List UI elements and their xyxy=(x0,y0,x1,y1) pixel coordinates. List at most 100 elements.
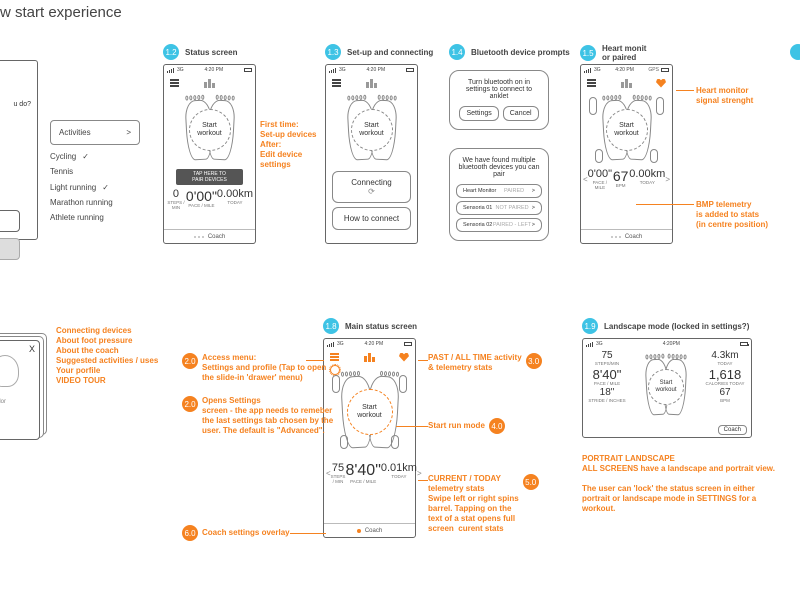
coach-bar[interactable]: Coach xyxy=(164,229,255,243)
feet-diagram: Start workout xyxy=(324,365,415,459)
stat-pace[interactable]: 0'00"PACE / MILE xyxy=(186,189,217,210)
header-1-9: 1.9 Landscape mode (locked in settings?) xyxy=(582,318,749,334)
button-stub[interactable] xyxy=(0,238,20,260)
coach-bar[interactable]: Coach xyxy=(581,229,672,243)
screen-1-9: 3G 4:20PM 75STEPS/MIN 8'40"PACE / MILE 1… xyxy=(582,338,752,438)
step-badge: 1.4 xyxy=(449,44,465,60)
stat-pace[interactable]: 8'40"PACE / MILE xyxy=(587,368,627,386)
anno-cards: Connecting devices About foot pressure A… xyxy=(56,326,158,386)
status-bar: 3G 4:20 PM xyxy=(324,339,415,349)
how-to-connect-button[interactable]: How to connect xyxy=(332,207,411,230)
stat-bpm[interactable]: 67BPM xyxy=(612,169,629,190)
cancel-button[interactable]: Cancel xyxy=(503,106,539,121)
screen-1-3: 3G 4:20 PM Start workout Connecting ⟳ Ho… xyxy=(325,64,418,244)
stat-steps[interactable]: 75STEPS/MIN xyxy=(587,351,627,366)
menu-icon[interactable] xyxy=(330,353,339,361)
device-row[interactable]: Sensoria 01NOT PAIRED> xyxy=(456,201,542,215)
anno-text: Start run mode xyxy=(428,421,485,431)
anno-badge: 2.0 xyxy=(182,396,198,412)
page-title: w start experience xyxy=(0,4,122,21)
stat-dist[interactable]: 0.00kmTODAY xyxy=(629,169,665,190)
prompt-text: u do? xyxy=(0,61,37,108)
anno-badge: 6.0 xyxy=(182,525,198,541)
device-row[interactable]: Heart MonitorPAIRED> xyxy=(456,184,542,198)
stats-row: < 0'00"PACE / MILE 67BPM 0.00kmTODAY > xyxy=(581,169,672,192)
stat-dist[interactable]: 0.01kmTODAY xyxy=(381,463,417,484)
heart-icon xyxy=(399,353,409,362)
header-1-2: 1.2 Status screen xyxy=(163,44,237,60)
activities-dropdown[interactable]: Activities> xyxy=(50,120,140,145)
status-bar: 3G 4:20PM xyxy=(583,339,751,349)
list-item[interactable]: Light running✓ xyxy=(50,180,140,195)
coach-bar[interactable]: Coach xyxy=(324,523,415,537)
start-workout-button[interactable]: Start workout xyxy=(351,109,393,151)
list-item[interactable]: Tennis xyxy=(50,164,140,179)
stat-dist[interactable]: 4.3kmTODAY xyxy=(705,351,745,366)
anno-hr: Heart monitor signal strenght xyxy=(696,86,753,106)
screen-1-5: 3G 4:20 PM GPS Start workout < 0'00"PACE… xyxy=(580,64,673,244)
stat-steps[interactable]: 75STEPS / MIN xyxy=(331,463,346,484)
anno-1-2: First time: Set-up devices After: Edit d… xyxy=(260,120,316,170)
start-workout-button[interactable]: Start workout xyxy=(648,369,684,405)
screen-1-2: 3G 4:20 PM Start workout TAP HERE TO PAI… xyxy=(163,64,256,244)
stat-pace[interactable]: 0'00"PACE / MILE xyxy=(588,169,612,190)
button-stub[interactable] xyxy=(0,210,20,232)
activities-list: Activities> Cycling✓ Tennis Light runnin… xyxy=(50,120,140,225)
chart-icon[interactable] xyxy=(621,79,632,88)
status-bar: 3G 4:20 PM xyxy=(164,65,255,75)
feet-diagram: Start workout xyxy=(581,91,672,169)
list-item[interactable]: Athlete running xyxy=(50,210,140,225)
header-1-4: 1.4 Bluetooth device prompts xyxy=(449,44,570,60)
anno-text: PAST / ALL TIME activity & telemetry sta… xyxy=(428,353,522,373)
status-bar: 3G 4:20 PM GPS xyxy=(581,65,672,75)
anno-text: CURRENT / TODAY telemetry stats Swipe le… xyxy=(428,474,519,534)
list-item[interactable]: Marathon running xyxy=(50,195,140,210)
header-1-5: 1.5 Heart monit or paired xyxy=(580,44,646,62)
feet-diagram: Start workout xyxy=(326,91,417,169)
device-row[interactable]: Sensoria 02PAIRED - LEFT> xyxy=(456,218,542,232)
heart-icon xyxy=(656,79,666,88)
connecting-panel: Connecting ⟳ xyxy=(332,171,411,203)
pair-hint[interactable]: TAP HERE TO PAIR DEVICES xyxy=(176,169,243,185)
chart-icon[interactable] xyxy=(204,79,215,88)
stat-bpm[interactable]: 67BPM xyxy=(705,388,745,403)
anno-badge: 4.0 xyxy=(489,418,505,434)
step-badge: 1.3 xyxy=(325,44,341,60)
anno-badge: 2.0 xyxy=(182,353,198,369)
feet-diagram: Start workout xyxy=(164,91,255,169)
start-workout-button[interactable]: Start workout xyxy=(189,109,231,151)
stat-cal[interactable]: 1,618CALORIES TODAY xyxy=(705,368,745,386)
step-badge xyxy=(790,44,800,60)
anno-badge: 5.0 xyxy=(523,474,539,490)
feet-diagram: Start workout xyxy=(629,349,703,425)
anno-text: Coach settings overlay xyxy=(202,528,290,538)
stat-dist[interactable]: 0.00kmTODAY xyxy=(217,189,253,210)
header-1-3: 1.3 Set-up and connecting xyxy=(325,44,433,60)
start-workout-button[interactable]: Start workout xyxy=(347,389,393,435)
stat-pace[interactable]: 8'40"PACE / MILE xyxy=(345,463,380,484)
coach-button[interactable]: Coach xyxy=(718,425,747,435)
chart-icon[interactable] xyxy=(366,79,377,88)
anno-badge: 3.0 xyxy=(526,353,542,369)
list-item[interactable]: Cycling✓ xyxy=(50,149,140,164)
menu-icon[interactable] xyxy=(170,79,179,87)
header-1-8: 1.8 Main status screen xyxy=(323,318,417,334)
bt-prompt-2: We have found multiple bluetooth devices… xyxy=(449,148,549,241)
anno-text: Opens Settings screen - the app needs to… xyxy=(202,396,333,436)
stats-row: 0STEPS / MIN 0'00"PACE / MILE 0.00kmTODA… xyxy=(164,189,255,212)
settings-button[interactable]: Settings xyxy=(459,106,498,121)
stat-stride[interactable]: 18"STRIDE / INCHES xyxy=(587,388,627,403)
step-badge: 1.2 xyxy=(163,44,179,60)
anno-text: Access menu: Settings and profile (Tap t… xyxy=(202,353,326,383)
anno-landscape: PORTRAIT LANDSCAPE ALL SCREENS have a la… xyxy=(582,454,782,514)
start-workout-button[interactable]: Start workout xyxy=(606,109,648,151)
menu-icon[interactable] xyxy=(332,79,341,87)
menu-icon[interactable] xyxy=(587,79,596,87)
stat-steps[interactable]: 0STEPS / MIN xyxy=(166,189,186,210)
status-bar: 3G 4:20 PM xyxy=(326,65,417,75)
card-stack[interactable]: X sit ipsum dolor mps sit xyxy=(0,340,40,440)
stats-row: < 75STEPS / MIN 8'40"PACE / MILE 0.01kmT… xyxy=(324,459,415,486)
bt-prompt-1: Turn bluetooth on in settings to connect… xyxy=(449,70,549,130)
chart-icon[interactable] xyxy=(364,353,375,362)
step-badge: 1.8 xyxy=(323,318,339,334)
